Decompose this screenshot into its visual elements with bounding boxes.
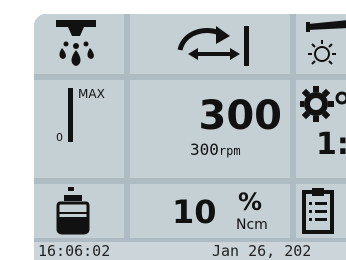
program-button[interactable]: [296, 184, 346, 238]
speed-panel[interactable]: 300 300rpm: [130, 80, 290, 178]
direction-button[interactable]: [130, 14, 290, 74]
speed-actual: 300rpm: [190, 142, 241, 158]
torque-value: 10: [172, 193, 217, 231]
speed-bar: [68, 88, 73, 142]
torque-panel[interactable]: 10 % Ncm: [130, 184, 290, 238]
speed-value: 300: [198, 93, 283, 139]
irrigation-spray-icon: [56, 20, 96, 66]
speed-actual-value: 300: [190, 140, 219, 159]
gear-ratio-icon: [300, 86, 346, 122]
device-screen: MAX 0 300 300rpm 1: 10 % Ncm 16:06:02 Ja…: [34, 14, 346, 260]
status-date: Jan 26, 202: [212, 242, 312, 260]
rotation-direction-forward-reverse-icon: [177, 26, 249, 66]
speed-actual-unit: rpm: [218, 144, 241, 158]
program-clipboard-icon: [302, 188, 334, 234]
speed-bar-zero-label: 0: [56, 131, 63, 144]
speed-bar-max-label: MAX: [78, 87, 105, 101]
gear-ratio-value: 1:: [316, 127, 346, 162]
torque-unit-ncm: Ncm: [236, 217, 268, 233]
irrigation-bottle-button[interactable]: [34, 184, 124, 238]
status-bar: 16:06:02 Jan 26, 202: [34, 242, 346, 260]
gear-ratio-button[interactable]: 1:: [296, 80, 346, 178]
light-button[interactable]: [296, 14, 346, 74]
torque-unit-percent: %: [238, 188, 263, 216]
speed-bar-panel: MAX 0: [34, 80, 124, 178]
handpiece-light-icon: [306, 20, 346, 65]
status-time: 16:06:02: [38, 242, 111, 260]
coolant-button[interactable]: [34, 14, 124, 74]
irrigation-bottle-icon: [56, 187, 90, 235]
